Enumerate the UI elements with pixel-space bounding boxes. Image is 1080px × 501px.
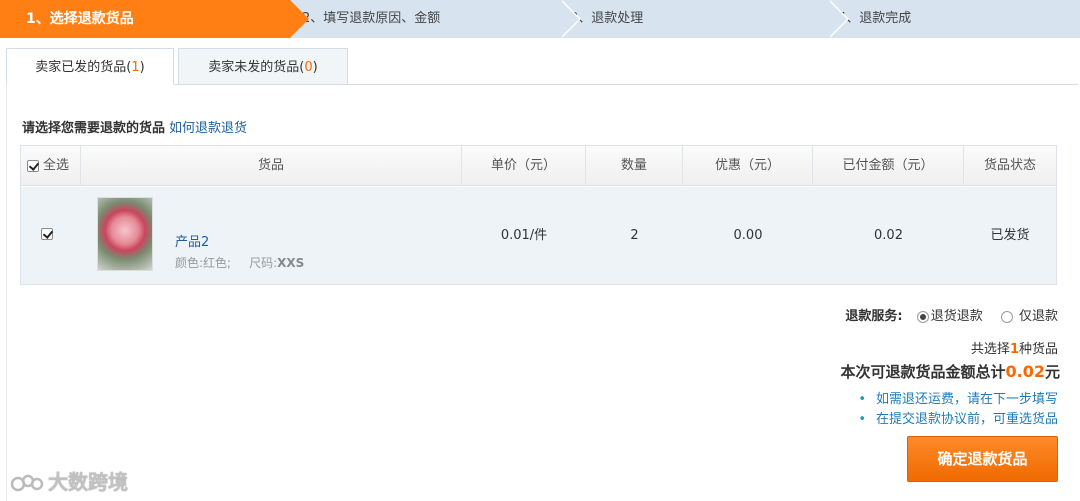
- cell-paid-amount: 0.02: [874, 228, 903, 243]
- watermark: 大数跨境: [10, 466, 128, 496]
- tip-item: 在提交退款协议前，可重选货品: [858, 410, 1058, 430]
- tab-count: 1: [131, 60, 140, 75]
- header-paid-amount: 已付金额（元）: [813, 146, 964, 186]
- tab-unshipped-items[interactable]: 卖家未发的货品(0): [178, 48, 348, 85]
- header-item: 货品: [81, 146, 462, 186]
- product-attributes: 颜色:红色; 尺码:XXS: [175, 255, 304, 271]
- tab-label: 卖家已发的货品(: [35, 60, 132, 75]
- step-2-fill-reason: 2、填写退款原因、金额: [290, 0, 581, 38]
- cell-discount: 0.00: [733, 228, 763, 243]
- tab-close-paren: ): [139, 60, 145, 75]
- prompt-text: 请选择您需要退款的货品: [22, 121, 166, 136]
- tip-item: 如需退还运费，请在下一步填写: [858, 390, 1058, 410]
- header-unit-price: 单价（元）: [462, 146, 586, 186]
- cell-unit-price: 0.01/件: [500, 228, 548, 243]
- step-4-complete: 4、退款完成: [828, 0, 1080, 38]
- total-prefix: 本次可退款货品金额总计: [840, 363, 1006, 381]
- tab-label: 卖家未发的货品(: [208, 60, 305, 75]
- progress-steps: 1、选择退款货品 2、填写退款原因、金额 3、退款处理 4、退款完成: [0, 0, 1080, 38]
- tab-shipped-items[interactable]: 卖家已发的货品(1): [6, 48, 174, 85]
- radio-return-refund[interactable]: [916, 310, 929, 323]
- tab-close-paren: ): [312, 60, 318, 75]
- header-label: 全选: [43, 158, 70, 173]
- how-to-refund-link[interactable]: 如何退款退货: [169, 121, 247, 136]
- selected-count: 共选择1种货品: [971, 338, 1058, 357]
- watermark-logo-icon: [10, 474, 44, 491]
- row-checkbox[interactable]: [41, 228, 53, 240]
- size-attr-value: XXS: [277, 256, 305, 270]
- header-item-status: 货品状态: [983, 158, 1036, 173]
- refund-service: 退款服务: 退货退款 仅退款: [845, 305, 1058, 324]
- select-prompt: 请选择您需要退款的货品 如何退款退货: [22, 117, 247, 136]
- size-attr-label: 尺码:: [249, 256, 278, 270]
- watermark-text: 大数跨境: [48, 470, 128, 494]
- total-amount: 0.02: [1005, 362, 1045, 381]
- confirm-refund-button[interactable]: 确定退款货品: [907, 436, 1058, 482]
- items-table: 全选 货品 单价（元） 数量 优惠（元） 已付金额（元） 货品状态 产品2 颜色…: [20, 145, 1057, 285]
- table-header: 全选 货品 单价（元） 数量 优惠（元） 已付金额（元） 货品状态: [21, 146, 1056, 186]
- radio-refund-only[interactable]: [1000, 310, 1013, 323]
- option-label: 退货退款: [930, 309, 983, 324]
- table-row: 产品2 颜色:红色; 尺码:XXS 0.01/件 2 0.00 0.02 已发货: [21, 187, 1056, 284]
- color-attr: 颜色:红色;: [175, 256, 232, 270]
- refund-total: 本次可退款货品金额总计0.02元: [840, 361, 1060, 382]
- option-return-refund[interactable]: 退货退款: [916, 309, 983, 324]
- total-suffix: 元: [1044, 363, 1060, 381]
- step-1-select-items: 1、选择退款货品: [0, 0, 309, 38]
- product-thumbnail[interactable]: [97, 197, 153, 271]
- step-3-processing: 3、退款处理: [560, 0, 849, 38]
- service-label: 退款服务:: [845, 309, 903, 324]
- header-select-all[interactable]: 全选: [21, 146, 81, 186]
- count-prefix: 共选择: [970, 342, 1010, 357]
- tab-count: 0: [304, 60, 313, 75]
- product-name-link[interactable]: 产品2: [175, 235, 209, 251]
- option-refund-only[interactable]: 仅退款: [1000, 309, 1058, 324]
- count-value: 1: [1009, 342, 1019, 357]
- select-all-checkbox[interactable]: [27, 159, 39, 172]
- cell-quantity: 2: [630, 228, 639, 243]
- tips-list: 如需退还运费，请在下一步填写 在提交退款协议前，可重选货品: [858, 390, 1058, 430]
- header-quantity: 数量: [586, 146, 683, 186]
- header-discount: 优惠（元）: [683, 146, 813, 186]
- option-label: 仅退款: [1018, 309, 1058, 324]
- count-suffix: 种货品: [1018, 342, 1058, 357]
- cell-status: 已发货: [990, 228, 1030, 243]
